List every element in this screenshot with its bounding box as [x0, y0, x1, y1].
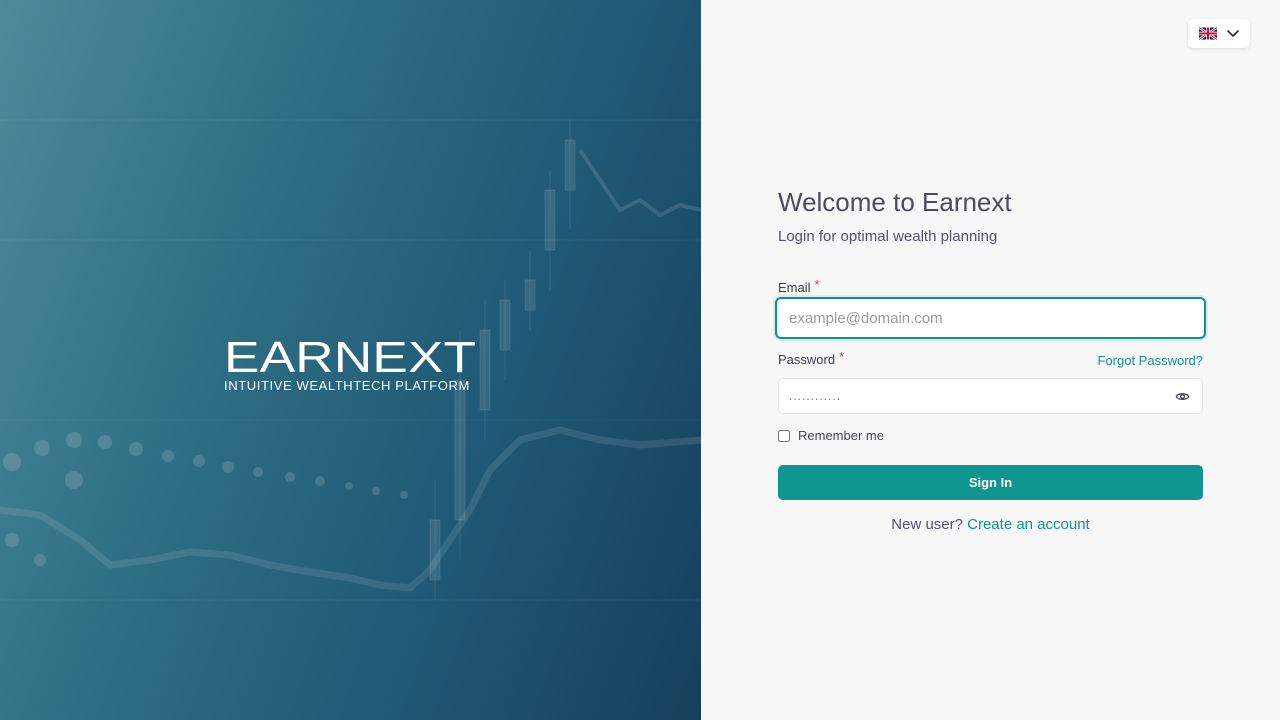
email-label-row: Email * [778, 277, 820, 297]
login-form: Welcome to Earnext Login for optimal wea… [775, 186, 1206, 533]
password-field[interactable] [779, 379, 1159, 413]
remember-me-checkbox[interactable] [778, 429, 790, 442]
chevron-down-icon [1227, 29, 1239, 37]
signup-row: New user? Create an account [778, 516, 1203, 533]
create-account-link[interactable]: Create an account [967, 516, 1090, 533]
forgot-password-link[interactable]: Forgot Password? [1098, 353, 1204, 368]
uk-flag-icon [1199, 27, 1217, 40]
sign-in-button[interactable]: Sign In [778, 465, 1203, 500]
new-user-text: New user? [891, 516, 963, 533]
language-selector[interactable] [1188, 19, 1250, 48]
password-label-row: Password * [778, 349, 845, 369]
email-label: Email [778, 280, 811, 295]
required-marker: * [839, 349, 845, 364]
password-field-wrapper [778, 378, 1203, 414]
earnext-logo: EARNEXT [224, 333, 476, 374]
hero-panel: EARNEXT INTUITIVE WEALTHTECH PLATFORM [0, 0, 701, 720]
brand-block: EARNEXT INTUITIVE WEALTHTECH PLATFORM [224, 322, 476, 393]
page-title: Welcome to Earnext [778, 187, 1012, 217]
brand-tagline: INTUITIVE WEALTHTECH PLATFORM [224, 378, 470, 393]
svg-text:EARNEXT: EARNEXT [224, 333, 476, 374]
remember-me-row[interactable]: Remember me [778, 428, 884, 443]
page-subtitle: Login for optimal wealth planning [778, 228, 998, 245]
email-field[interactable] [775, 297, 1206, 339]
required-marker: * [814, 277, 820, 292]
remember-me-label: Remember me [798, 428, 884, 443]
password-label: Password [778, 352, 836, 367]
eye-icon[interactable] [1175, 389, 1190, 404]
